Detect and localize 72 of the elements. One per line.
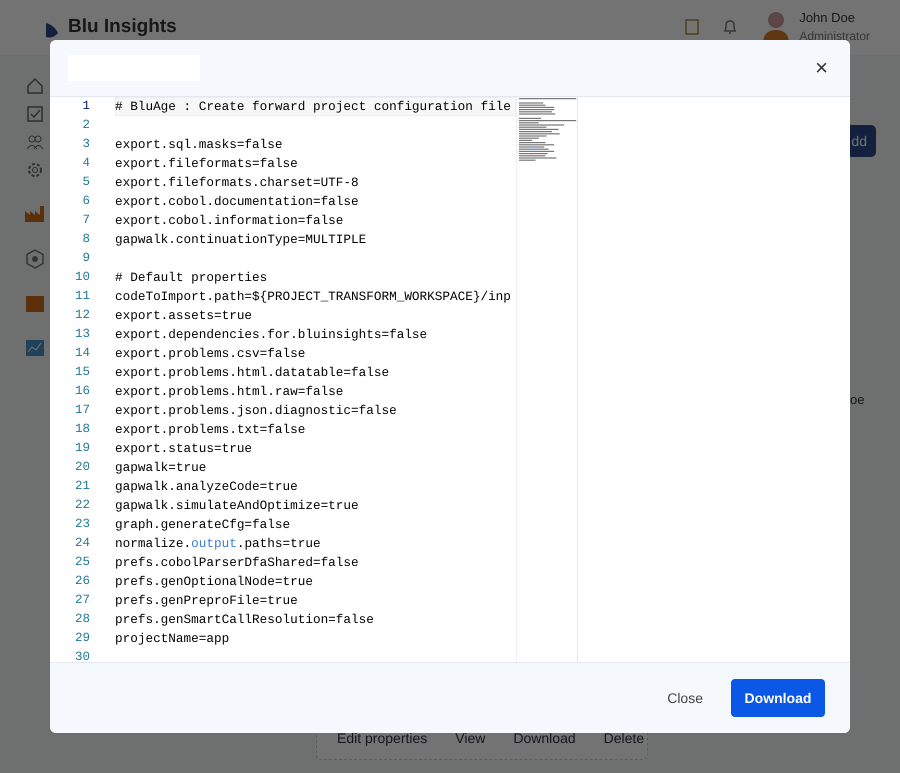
line-number: 12 bbox=[74, 307, 91, 324]
users-icon[interactable] bbox=[26, 133, 44, 151]
code-line: export.fileformats=false bbox=[115, 155, 299, 173]
line-number: 27 bbox=[74, 592, 91, 609]
line-number: 4 bbox=[81, 155, 91, 172]
book-icon[interactable] bbox=[685, 19, 700, 36]
line-number: 30 bbox=[74, 649, 91, 666]
code-line: gapwalk=true bbox=[115, 459, 208, 477]
line-number: 8 bbox=[81, 231, 91, 248]
line-number: 6 bbox=[81, 193, 91, 210]
code-line: # Default properties bbox=[115, 269, 268, 287]
line-number: 11 bbox=[74, 288, 91, 305]
code-line: export.problems.txt=false bbox=[115, 421, 306, 439]
code-line: export.cobol.documentation=false bbox=[115, 193, 360, 211]
code-line: export.fileformats.charset=UTF-8 bbox=[115, 174, 360, 192]
line-number: 15 bbox=[74, 364, 91, 381]
line-number: 1 bbox=[81, 98, 91, 115]
line-number: 24 bbox=[74, 535, 91, 552]
line-number: 25 bbox=[74, 554, 91, 571]
close-button[interactable]: Close bbox=[661, 686, 709, 710]
line-number: 14 bbox=[74, 345, 91, 362]
line-number: 10 bbox=[74, 269, 91, 286]
home-icon[interactable] bbox=[26, 77, 44, 95]
line-number: 21 bbox=[74, 478, 91, 495]
code-line: prefs.genSmartCallResolution=false bbox=[115, 611, 375, 629]
close-button[interactable]: × bbox=[811, 57, 832, 79]
code-line: graph.generateCfg=false bbox=[115, 516, 292, 534]
line-number: 28 bbox=[74, 611, 91, 628]
app-logo-text: Blu Insights bbox=[68, 15, 177, 40]
code-line: export.cobol.information=false bbox=[115, 212, 344, 230]
line-number: 17 bbox=[74, 402, 91, 419]
code-line: export.problems.html.raw=false bbox=[115, 383, 344, 401]
hexagon-icon[interactable] bbox=[25, 249, 45, 269]
code-line: projectName=app bbox=[115, 630, 230, 648]
line-number: 20 bbox=[74, 459, 91, 476]
user-role: Administrator bbox=[799, 28, 870, 45]
code-line: export.status=true bbox=[115, 440, 254, 458]
line-number: 26 bbox=[74, 573, 91, 590]
code-line: export.problems.csv=false bbox=[115, 345, 306, 363]
bell-icon[interactable] bbox=[723, 19, 738, 36]
factory-icon[interactable] bbox=[24, 205, 46, 223]
line-number: 9 bbox=[81, 250, 91, 267]
code-line: gapwalk.analyzeCode=true bbox=[115, 478, 299, 496]
line-number: 7 bbox=[81, 212, 91, 229]
table-cell-text: oe bbox=[850, 391, 864, 409]
line-number: 29 bbox=[74, 630, 91, 647]
settings-icon[interactable] bbox=[26, 161, 44, 179]
chart-icon[interactable] bbox=[25, 339, 45, 357]
line-number: 13 bbox=[74, 326, 91, 343]
code-line: export.assets=true bbox=[115, 307, 254, 325]
download-button[interactable]: Download bbox=[731, 679, 825, 717]
line-number: 16 bbox=[74, 383, 91, 400]
line-number: 22 bbox=[74, 497, 91, 514]
line-number: 5 bbox=[81, 174, 91, 191]
user-name: John Doe bbox=[799, 10, 856, 27]
code-line: prefs.cobolParserDfaShared=false bbox=[115, 554, 360, 572]
code-line: prefs.genOptionalNode=true bbox=[115, 573, 314, 591]
code-line: export.problems.html.datatable=false bbox=[115, 364, 390, 382]
code-line: prefs.genPreproFile=true bbox=[115, 592, 299, 610]
line-number: 18 bbox=[74, 421, 91, 438]
code-line: normalize.output.paths=true bbox=[115, 535, 322, 553]
code-line: codeToImport.path=${PROJECT_TRANSFORM_WORKSPACE}/inp bbox=[115, 288, 512, 306]
line-number: 2 bbox=[81, 117, 91, 134]
code-line: export.problems.json.diagnostic=false bbox=[115, 402, 398, 420]
code-line: gapwalk.simulateAndOptimize=true bbox=[115, 497, 360, 515]
code-line: export.dependencies.for.bluinsights=false bbox=[115, 326, 428, 344]
line-number: 23 bbox=[74, 516, 91, 533]
code-line: gapwalk.continuationType=MULTIPLE bbox=[115, 231, 368, 249]
line-number: 3 bbox=[81, 136, 91, 153]
line-number: 19 bbox=[74, 440, 91, 457]
code-line: export.sql.masks=false bbox=[115, 136, 284, 154]
checklist-icon[interactable] bbox=[26, 105, 44, 123]
